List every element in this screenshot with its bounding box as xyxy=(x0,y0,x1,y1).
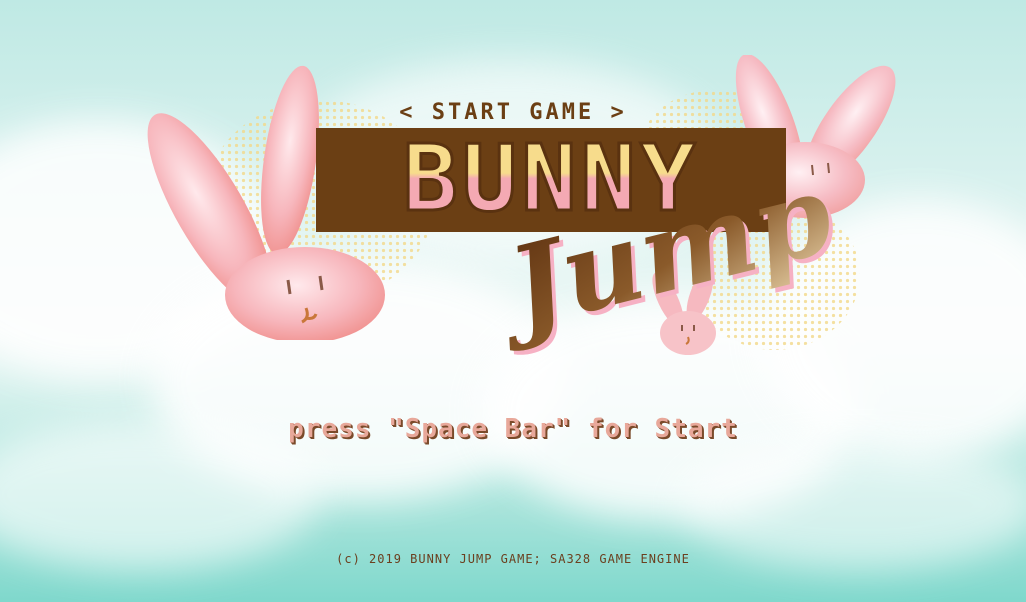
title-jump: Jump Jump xyxy=(490,178,848,361)
cloud xyxy=(680,440,1026,570)
press-space-prompt: press "Space Bar" for Start xyxy=(288,414,738,444)
game-title-screen[interactable]: < START GAME > BUNNY Jump Jump press "Sp… xyxy=(0,0,1026,602)
title-jump-text: Jump xyxy=(490,178,844,357)
copyright-footer: (c) 2019 BUNNY JUMP GAME; SA328 GAME ENG… xyxy=(336,552,690,566)
start-game-button[interactable]: < START GAME > xyxy=(0,100,1026,125)
